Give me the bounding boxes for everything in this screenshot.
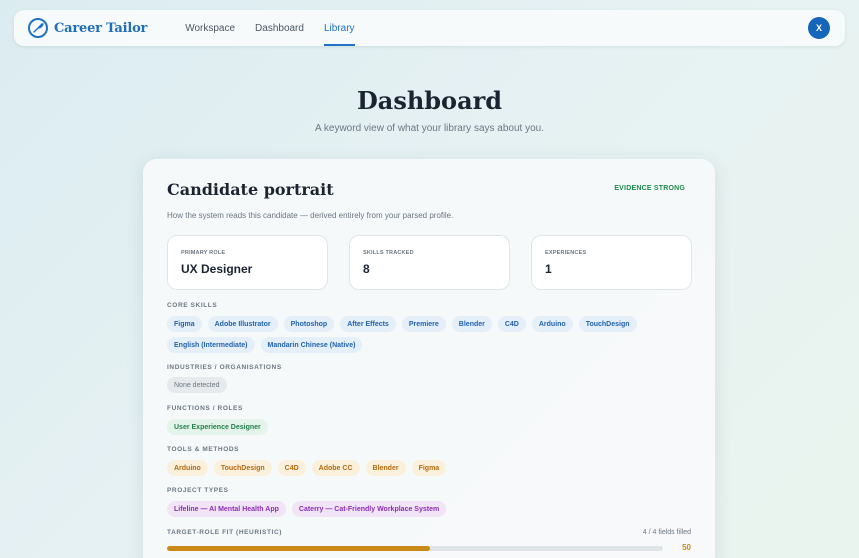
nav-dashboard[interactable]: Dashboard xyxy=(245,10,314,46)
quill-icon xyxy=(28,18,48,38)
core-skills-label: CORE SKILLS xyxy=(167,302,218,309)
stats-row: PRIMARY ROLE UX Designer SKILLS TRACKED … xyxy=(167,235,692,290)
brand-name: Career Tailor xyxy=(54,20,148,36)
tool-chip[interactable]: TouchDesign xyxy=(213,460,272,476)
skill-chip[interactable]: Figma xyxy=(167,316,202,332)
project-types-label: PROJECT TYPES xyxy=(167,487,229,494)
project-types-chips: Lifeline — AI Mental Health App Caterry … xyxy=(167,501,452,522)
stat-value: UX Designer xyxy=(181,262,253,276)
user-avatar[interactable]: X xyxy=(808,17,830,39)
skill-chip[interactable]: Mandarin Chinese (Native) xyxy=(260,337,363,353)
fit-progress-track xyxy=(167,546,663,551)
industries-chips: None detected xyxy=(167,377,233,398)
tool-chip[interactable]: Arduino xyxy=(167,460,208,476)
skill-chip[interactable]: TouchDesign xyxy=(578,316,637,332)
nav-workspace[interactable]: Workspace xyxy=(175,10,245,46)
page-subtitle: A keyword view of what your library says… xyxy=(315,123,544,134)
stat-skills-tracked: SKILLS TRACKED 8 xyxy=(349,235,510,290)
skill-chip[interactable]: Photoshop xyxy=(283,316,335,332)
evidence-badge: EVIDENCE STRONG xyxy=(614,185,685,192)
fit-fields-count: 4 / 4 fields filled xyxy=(642,529,691,536)
stat-value: 1 xyxy=(545,262,552,276)
project-chip[interactable]: Lifeline — AI Mental Health App xyxy=(167,501,286,517)
functions-chips: User Experience Designer xyxy=(167,419,274,440)
skill-chip[interactable]: After Effects xyxy=(340,316,396,332)
tool-chip[interactable]: Blender xyxy=(365,460,406,476)
tool-chip[interactable]: C4D xyxy=(277,460,306,476)
function-chip[interactable]: User Experience Designer xyxy=(167,419,268,435)
tool-chip[interactable]: Adobe CC xyxy=(311,460,360,476)
stat-label: EXPERIENCES xyxy=(545,250,587,256)
skill-chip[interactable]: Arduino xyxy=(531,316,573,332)
industries-label: INDUSTRIES / ORGANISATIONS xyxy=(167,364,282,371)
card-description: How the system reads this candidate — de… xyxy=(167,211,454,220)
stat-value: 8 xyxy=(363,262,370,276)
skill-chip[interactable]: Premiere xyxy=(401,316,446,332)
fit-label: TARGET-ROLE FIT (HEURISTIC) xyxy=(167,529,283,536)
tools-label: TOOLS & METHODS xyxy=(167,446,240,453)
top-navbar: Career Tailor Workspace Dashboard Librar… xyxy=(14,10,845,46)
skill-chip[interactable]: Blender xyxy=(451,316,492,332)
main-nav: Workspace Dashboard Library xyxy=(175,10,364,46)
card-title: Candidate portrait xyxy=(167,180,334,199)
brand-logo[interactable]: Career Tailor xyxy=(28,18,147,38)
stat-label: PRIMARY ROLE xyxy=(181,250,226,256)
industry-chip: None detected xyxy=(167,377,227,393)
candidate-portrait-card: Candidate portrait EVIDENCE STRONG How t… xyxy=(143,159,715,558)
tools-chips: Arduino TouchDesign C4D Adobe CC Blender… xyxy=(167,460,452,481)
functions-label: FUNCTIONS / ROLES xyxy=(167,405,243,412)
fit-score: 50 xyxy=(682,543,691,552)
page-title: Dashboard xyxy=(356,86,503,115)
project-chip[interactable]: Caterry — Cat-Friendly Workplace System xyxy=(291,501,447,517)
fit-progress-fill xyxy=(167,546,430,551)
stat-experiences: EXPERIENCES 1 xyxy=(531,235,692,290)
tool-chip[interactable]: Figma xyxy=(411,460,447,476)
stat-primary-role: PRIMARY ROLE UX Designer xyxy=(167,235,328,290)
nav-library[interactable]: Library xyxy=(314,10,365,46)
core-skills-chips: Figma Adobe Illustrator Photoshop After … xyxy=(167,316,667,358)
skill-chip[interactable]: English (Intermediate) xyxy=(167,337,255,353)
skill-chip[interactable]: Adobe Illustrator xyxy=(207,316,278,332)
stat-label: SKILLS TRACKED xyxy=(363,250,414,256)
skill-chip[interactable]: C4D xyxy=(497,316,526,332)
